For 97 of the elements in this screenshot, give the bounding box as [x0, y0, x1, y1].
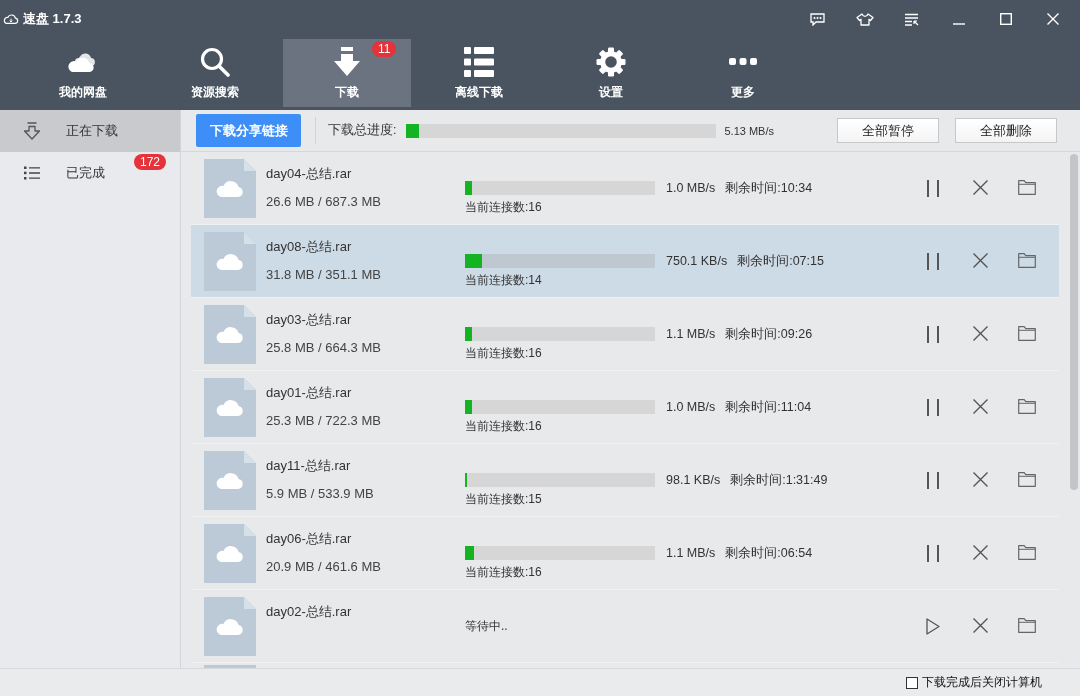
file-name: day06-总结.rar	[266, 530, 353, 548]
sidebar-item[interactable]: 已完成 172	[0, 152, 180, 194]
time-remaining: 剩余时间:10:34	[725, 179, 813, 197]
file-icon	[204, 596, 256, 656]
file-icon	[204, 304, 256, 364]
file-size: 26.6 MB / 687.3 MB	[266, 193, 382, 211]
more-icon	[729, 58, 757, 66]
file-icon	[204, 377, 256, 437]
download-speed: 1.1 MB/s	[666, 546, 716, 560]
file-icon	[204, 450, 256, 510]
download-speed: 1.0 MB/s	[666, 181, 716, 195]
window-title: 速盘 1.7.3	[23, 10, 82, 28]
connection-count: 当前连接数:16	[465, 419, 543, 434]
sidebar-item[interactable]: 正在下载	[0, 110, 180, 152]
pause-icon[interactable]	[926, 471, 940, 489]
close-icon[interactable]	[972, 544, 988, 560]
folder-icon[interactable]	[1018, 617, 1036, 633]
file-name: day04-总结.rar	[266, 165, 353, 183]
status-text: 等待中..	[465, 617, 508, 635]
message-icon[interactable]	[810, 12, 825, 26]
nav-tab[interactable]: 我的网盘	[19, 39, 147, 107]
count-badge: 11	[372, 41, 397, 57]
file-icon	[204, 231, 256, 291]
total-speed: 5.13 MB/s	[724, 124, 774, 137]
nav-tab[interactable]: 资源搜索	[151, 39, 279, 107]
list-icon	[464, 47, 494, 77]
folder-icon[interactable]	[1018, 252, 1036, 268]
folder-icon[interactable]	[1018, 398, 1036, 414]
nav-tab[interactable]: 离线下载	[415, 39, 543, 107]
pause-icon[interactable]	[926, 179, 940, 197]
time-remaining: 剩余时间:09:26	[725, 325, 813, 343]
delete-all-button[interactable]: 全部删除	[955, 118, 1057, 143]
close-icon[interactable]	[972, 617, 988, 633]
folder-icon[interactable]	[1018, 544, 1036, 560]
time-remaining: 剩余时间:06:54	[725, 544, 813, 562]
close-icon[interactable]	[972, 179, 988, 195]
play-icon[interactable]	[926, 617, 940, 635]
file-name: day11-总结.rar	[266, 457, 352, 475]
file-name: day03-总结.rar	[266, 311, 353, 329]
shirt-icon[interactable]	[855, 12, 874, 26]
time-remaining: 剩余时间:11:04	[725, 398, 812, 416]
file-name: day08-总结.rar	[266, 238, 353, 256]
pause-all-button[interactable]: 全部暂停	[837, 118, 939, 143]
close-icon[interactable]	[972, 471, 988, 487]
file-size: 20.9 MB / 461.6 MB	[266, 558, 382, 576]
file-size: 25.3 MB / 722.3 MB	[266, 412, 382, 430]
download-icon	[23, 122, 41, 140]
list-icon	[24, 166, 40, 180]
download-speed: 1.0 MB/s	[666, 400, 716, 414]
scrollbar-thumb[interactable]	[1070, 154, 1078, 490]
download-row[interactable]: day08-总结.rar 31.8 MB / 351.1 MB 750.1 KB/s 剩余时间:07:15 当前连接数:14	[191, 225, 1059, 298]
folder-icon[interactable]	[1018, 325, 1036, 341]
download-speed: 750.1 KB/s	[666, 254, 728, 268]
close-icon[interactable]	[972, 325, 988, 341]
file-icon	[204, 523, 256, 583]
connection-count: 当前连接数:16	[465, 565, 543, 580]
maximize-icon[interactable]	[999, 13, 1012, 25]
close-icon[interactable]	[972, 398, 988, 414]
pause-icon[interactable]	[926, 398, 940, 416]
download-speed: 1.1 MB/s	[666, 327, 716, 341]
nav-tab[interactable]: 更多	[679, 39, 807, 107]
folder-icon[interactable]	[1018, 179, 1036, 195]
connection-count: 当前连接数:16	[465, 346, 543, 361]
file-name: day02-总结.rar	[266, 603, 353, 621]
file-name: day01-总结.rar	[266, 384, 353, 402]
download-speed: 98.1 KB/s	[666, 473, 721, 487]
nav-tab[interactable]: 设置	[547, 39, 675, 107]
file-icon	[204, 158, 256, 218]
count-badge: 172	[134, 154, 167, 170]
file-size: 5.9 MB / 533.9 MB	[266, 485, 375, 503]
download-row[interactable]: day01-总结.rar 25.3 MB / 722.3 MB 1.0 MB/s 剩余时间:11:04 当前连接数:16	[191, 371, 1059, 444]
download-row[interactable]: day11-总结.rar 5.9 MB / 533.9 MB 98.1 KB/s 剩余时间:1:31:49 当前连接数:15	[191, 444, 1059, 517]
pause-icon[interactable]	[926, 252, 940, 270]
time-remaining: 剩余时间:1:31:49	[730, 471, 828, 489]
file-size: 25.8 MB / 664.3 MB	[266, 339, 382, 357]
checkbox[interactable]	[906, 676, 918, 689]
download-row[interactable]: day06-总结.rar 20.9 MB / 461.6 MB 1.1 MB/s 剩余时间:06:54 当前连接数:16	[191, 517, 1059, 590]
menu-icon[interactable]	[904, 12, 919, 26]
folder-icon[interactable]	[1018, 471, 1036, 487]
download-row[interactable]: day03-总结.rar 25.8 MB / 664.3 MB 1.1 MB/s 剩余时间:09:26 当前连接数:16	[191, 298, 1059, 371]
connection-count: 当前连接数:15	[465, 492, 543, 507]
file-icon	[204, 665, 256, 668]
close-icon[interactable]	[972, 252, 988, 268]
settings-icon	[596, 47, 626, 77]
search-icon	[200, 47, 230, 77]
connection-count: 当前连接数:14	[465, 273, 543, 288]
cloud-icon	[3, 13, 19, 25]
pause-icon[interactable]	[926, 325, 940, 343]
checkbox-label: 下载完成后关闭计算机	[922, 674, 1042, 691]
total-progress-label: 下载总进度:	[328, 122, 397, 139]
download-icon	[334, 47, 360, 77]
time-remaining: 剩余时间:07:15	[737, 252, 824, 270]
file-size: 31.8 MB / 351.1 MB	[266, 266, 382, 284]
download-row[interactable]: day02-总结.rar 等待中..	[191, 590, 1059, 663]
connection-count: 当前连接数:16	[465, 200, 543, 215]
pause-icon[interactable]	[926, 544, 940, 562]
nav-tab[interactable]: 下载 11	[283, 39, 411, 107]
